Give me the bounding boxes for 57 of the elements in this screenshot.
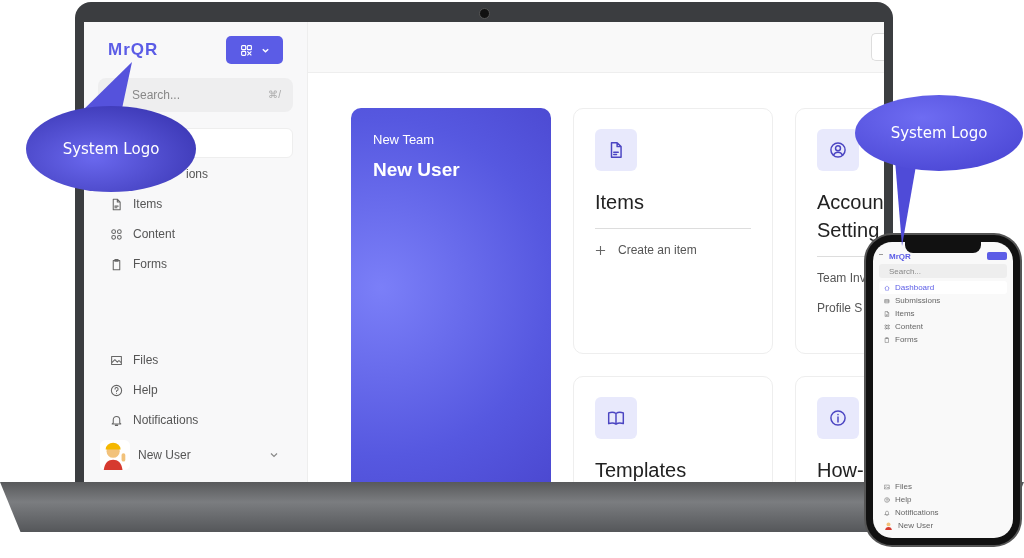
callout-text: System Logo [890,124,988,142]
info-icon [829,409,847,427]
card-title: Items [595,190,644,215]
sidebar-item[interactable]: Submissions [879,294,1007,307]
book-icon [607,409,625,427]
qr-menu-button[interactable] [987,252,1007,260]
bell-icon [884,509,890,516]
nav-icon [110,227,123,241]
nav-icon [110,197,123,211]
search-field[interactable]: Search... [879,264,1007,278]
callout-text: System Logo [62,140,160,158]
nav-icon [884,310,890,317]
plus-icon [595,244,606,256]
logo: MrQR [108,40,159,60]
user-icon [829,141,847,159]
camera-icon [479,8,490,19]
sidebar-item[interactable]: Content [98,220,293,248]
nav-icon [884,284,890,291]
nav-icon [884,323,890,330]
avatar [884,521,893,530]
help-icon [884,496,890,503]
help-icon [110,383,123,397]
nav-icon [884,297,890,304]
image-icon [110,353,123,367]
sidebar-item[interactable]: Notifications [98,406,293,434]
sidebar-item[interactable]: Files [98,346,293,374]
nav-icon [884,336,890,343]
nav-icon [110,257,123,271]
avatar [100,440,130,470]
team-name: New Team [373,132,436,147]
card-title: How- [817,458,864,482]
sidebar-item[interactable]: Help [879,493,1007,506]
chevron-down-icon[interactable] [269,450,279,460]
sidebar-item[interactable]: Items [98,190,293,218]
feature-card[interactable]: Items Create an item [573,108,773,354]
card-title: Accoun Setting [817,190,884,243]
user-name[interactable]: New User [138,448,261,462]
shortcut-hint: ⌘/ [268,89,281,100]
qr-menu-button[interactable] [226,36,283,64]
sidebar-item[interactable]: Forms [879,333,1007,346]
team-card[interactable]: New Team New User [351,108,551,482]
card-title: Templates [595,458,687,482]
sidebar-item[interactable]: Content [879,320,1007,333]
sidebar-item[interactable]: Forms [98,250,293,278]
bell-icon [110,413,123,427]
image-icon [884,483,890,490]
sidebar-item[interactable]: Files [879,480,1007,493]
sidebar-item[interactable]: Dashboard [879,281,1007,294]
sidebar-item[interactable]: Help [98,376,293,404]
sidebar-item[interactable]: Items [879,307,1007,320]
logo: MrQR [889,251,912,261]
create-link[interactable]: Create an item [595,243,697,257]
sidebar-item[interactable]: Notifications [879,506,1007,519]
user-name: New User [373,159,461,181]
card-link[interactable]: Profile S [817,301,863,315]
user-name[interactable]: New User [898,521,934,530]
qr-code-icon [239,43,253,57]
